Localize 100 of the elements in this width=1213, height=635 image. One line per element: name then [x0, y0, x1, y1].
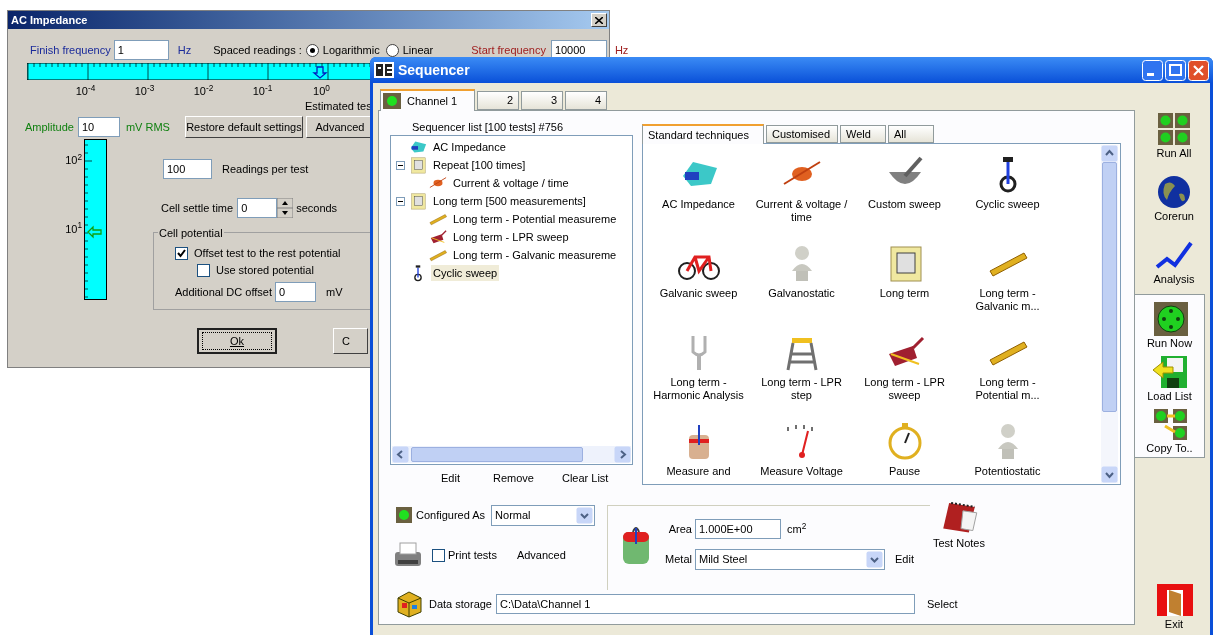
list-action-button[interactable]: Edit	[441, 469, 460, 487]
technique-tab[interactable]: All	[888, 125, 934, 143]
technique-tab[interactable]: Customised	[766, 125, 838, 143]
tree-item[interactable]: Current & voltage / time	[451, 174, 571, 192]
close-icon	[1188, 59, 1209, 81]
technique-item[interactable]: Galvanic sweep	[659, 287, 738, 300]
cancel-button[interactable]: C	[333, 328, 368, 354]
collapse-icon[interactable]	[396, 196, 405, 206]
scrollbar-thumb[interactable]	[411, 447, 583, 462]
technique-item[interactable]: Pause	[888, 465, 921, 478]
channel-tab[interactable]: Channel 1	[380, 89, 475, 111]
tree-item[interactable]: AC Impedance	[431, 138, 508, 156]
caret-icon	[576, 506, 594, 524]
toolbar-button[interactable]: Exit	[1155, 582, 1193, 631]
technique-item[interactable]: Current & voltage / time	[751, 198, 852, 224]
radio-label[interactable]: Linear	[402, 41, 434, 59]
floppy-disk-icon	[1150, 354, 1189, 390]
unit-label: Hz	[614, 42, 629, 58]
technique-item[interactable]: Potentiostatic	[974, 465, 1041, 478]
cell-settle-field[interactable]: 0	[237, 198, 278, 218]
radio-label[interactable]: Logarithmic	[322, 41, 380, 59]
tree-item[interactable]: Long term - Galvanic measureme	[451, 246, 619, 264]
technique-item[interactable]: Measure Voltage	[760, 465, 843, 478]
cube-icon	[394, 590, 424, 618]
technique-item[interactable]: Long term - LPR step	[751, 376, 852, 402]
spin-buttons[interactable]	[277, 198, 294, 218]
technique-item[interactable]: AC Impedance	[662, 198, 735, 211]
toolbar-button[interactable]: Load List	[1147, 354, 1192, 403]
technique-item[interactable]: Long term - Harmonic Analysis	[648, 376, 749, 402]
field-label: Data storage	[429, 596, 492, 612]
scroll-right-icon	[614, 446, 631, 463]
field-label: Area	[667, 521, 692, 537]
area-field[interactable]: 1.000E+00	[695, 519, 781, 539]
advanced-button[interactable]: Advanced	[516, 546, 566, 564]
maximize-icon	[1165, 59, 1186, 81]
configured-as-dropdown[interactable]: Normal	[491, 504, 596, 526]
radio-button[interactable]	[305, 43, 319, 57]
technique-tab[interactable]: Weld	[840, 125, 886, 143]
scroll-left-icon	[392, 446, 409, 463]
channel-tab[interactable]: 2	[477, 91, 519, 110]
globe-icon	[1155, 174, 1193, 210]
metal-dropdown[interactable]: Mild Steel	[695, 548, 885, 570]
channel-tab[interactable]: 3	[521, 91, 563, 110]
finish-frequency-field[interactable]: 1	[113, 40, 169, 60]
technique-item[interactable]: Custom sweep	[868, 198, 941, 211]
toolbar-button[interactable]: Run Now	[1146, 301, 1193, 350]
list-title: Sequencer list [100 tests] #756	[411, 120, 565, 133]
checkbox[interactable]	[175, 246, 188, 260]
unit-label: Hz	[177, 42, 192, 58]
technique-tab[interactable]: Standard techniques	[642, 124, 764, 144]
technique-item[interactable]: Measure and	[666, 465, 731, 478]
unit-label: mV	[326, 284, 343, 300]
ok-button[interactable]: Ok	[197, 328, 277, 354]
tree-item[interactable]: Long term - LPR sweep	[451, 228, 571, 246]
list-action-button[interactable]: Remove	[492, 469, 534, 487]
field-label: Configured As	[416, 507, 486, 523]
list-action-button[interactable]: Clear List	[561, 469, 609, 487]
technique-item[interactable]: Long term - LPR sweep	[854, 376, 955, 402]
tree-item[interactable]: Long term - Potential measureme	[451, 210, 619, 228]
edit-button[interactable]: Edit	[895, 550, 914, 568]
test-notes-button[interactable]: Test Notes	[933, 499, 985, 551]
restore-defaults-button[interactable]: Restore default settings	[184, 116, 303, 138]
channel-tab[interactable]: 4	[565, 91, 607, 110]
start-frequency-field[interactable]: 10000	[550, 40, 607, 60]
tree-item[interactable]: Repeat [100 times]	[431, 156, 528, 174]
amplitude-field[interactable]: 10	[77, 117, 120, 137]
data-storage-field[interactable]: C:\Data\Channel 1	[496, 594, 915, 614]
checkbox-label[interactable]: Use stored potential	[216, 261, 314, 279]
toolbar-button[interactable]: Run All	[1155, 111, 1193, 160]
select-button[interactable]: Select	[927, 595, 958, 613]
technique-item[interactable]: Galvanostatic	[768, 287, 835, 300]
checkbox[interactable]	[197, 263, 210, 277]
unit-label: seconds	[296, 200, 338, 216]
scrollbar-thumb[interactable]	[1102, 162, 1117, 412]
checkbox-label[interactable]: Offset test to the rest potential	[194, 244, 341, 262]
readings-field[interactable]: 100	[163, 159, 212, 179]
unit-label: mV RMS	[125, 119, 170, 135]
dc-offset-field[interactable]: 0	[275, 282, 317, 302]
technique-item[interactable]: Cyclic sweep	[975, 198, 1040, 211]
collapse-icon[interactable]	[396, 160, 405, 170]
dustpan-icon	[428, 228, 448, 246]
field-label: Finish frequency	[30, 42, 111, 58]
led-icon	[396, 507, 412, 523]
toolbar-button[interactable]: Copy To..	[1146, 406, 1193, 455]
axis-tick-label: 10$^{-1}$	[252, 82, 273, 99]
field-label: Amplitude	[25, 119, 74, 135]
led-grid-icon	[1155, 111, 1193, 147]
tree-item[interactable]: Long term [500 measurements]	[431, 192, 588, 210]
toolbar-button[interactable]: Analysis	[1153, 237, 1195, 286]
technique-item[interactable]: Long term - Galvanic m...	[957, 287, 1058, 313]
logo-icon	[374, 62, 394, 78]
technique-item[interactable]: Long term - Potential m...	[957, 376, 1058, 402]
scroll-up-icon	[1101, 145, 1118, 162]
radio-button[interactable]	[385, 43, 399, 57]
checkbox-label[interactable]: Print tests	[448, 546, 497, 564]
technique-item[interactable]: Long term	[879, 287, 930, 300]
checkbox[interactable]	[432, 548, 445, 562]
close-button[interactable]	[591, 13, 607, 27]
tree-item[interactable]: Cyclic sweep	[431, 264, 500, 282]
toolbar-button[interactable]: Corerun	[1154, 174, 1194, 223]
